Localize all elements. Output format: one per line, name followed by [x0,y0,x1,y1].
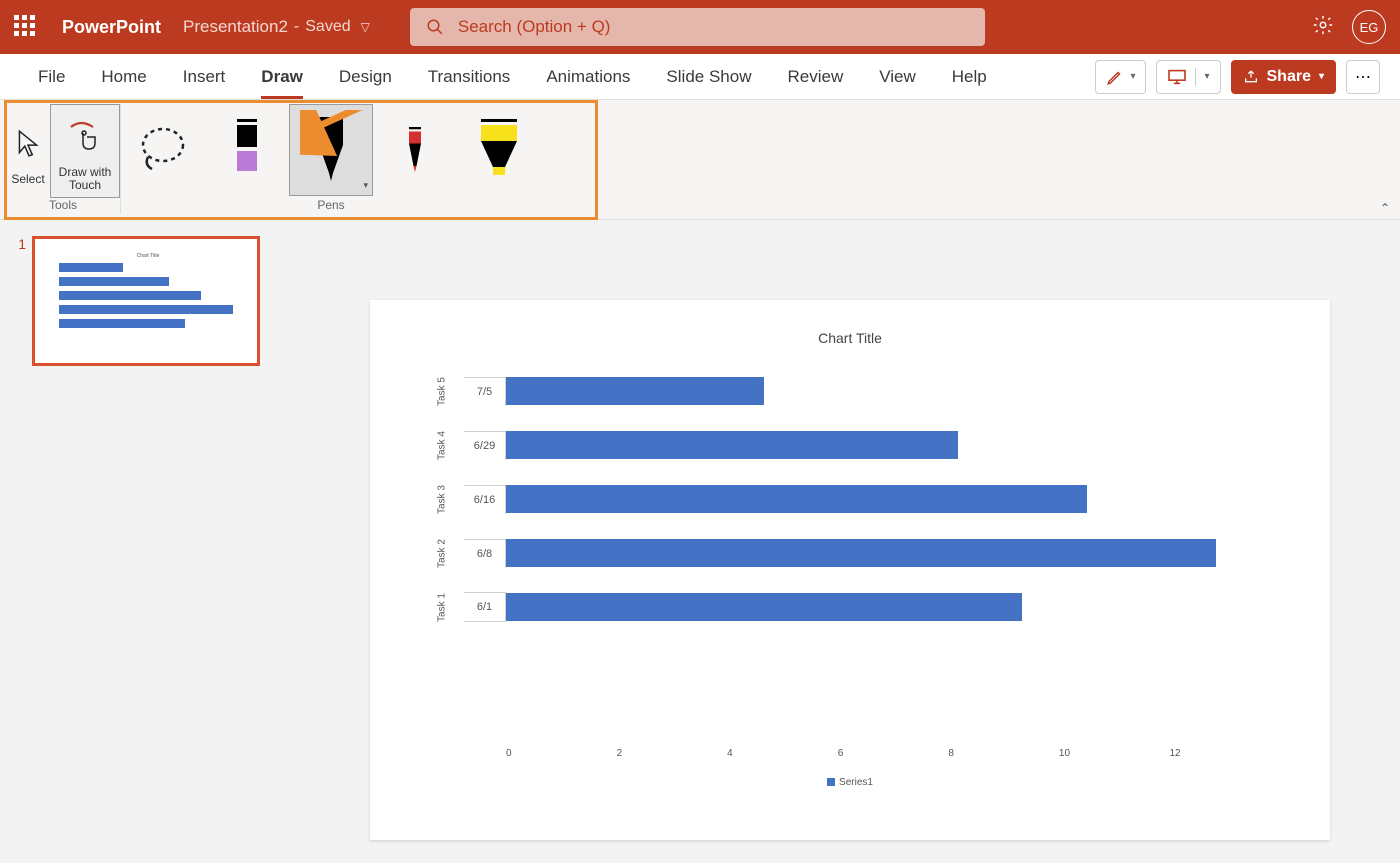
present-icon [1167,69,1187,85]
pencil-icon [1106,68,1124,86]
chevron-down-icon[interactable]: ▽ [361,20,370,34]
y-date-label: 6/29 [464,431,506,460]
bar-row: Task 3 6/16 [420,472,1280,526]
group-label-tools: Tools [49,198,77,214]
chevron-down-icon[interactable]: ▾ [363,180,368,191]
app-name: PowerPoint [62,17,161,38]
bar[interactable] [506,377,764,405]
bar[interactable] [506,593,1022,621]
slide-canvas[interactable]: Chart Title Task 5 7/5 Task 4 6/29 Task 3 6/1… [300,220,1400,863]
x-tick: 0 [506,748,617,759]
group-label-pens: Pens [317,198,344,214]
x-tick: 8 [948,748,1059,759]
bar[interactable] [506,485,1087,513]
chevron-down-icon: ▾ [1204,71,1209,82]
bar-row: Task 4 6/29 [420,418,1280,472]
share-icon [1243,69,1259,85]
editing-mode-button[interactable]: ▾ [1095,60,1146,94]
y-category-label: Task 1 [437,585,448,629]
more-button[interactable]: ⋯ [1346,60,1380,94]
tab-design[interactable]: Design [321,54,410,99]
workspace: 1 Chart Title Chart Title Task 57/5Task … [0,220,1400,863]
cursor-icon [15,129,41,159]
chart-legend: Series1 [420,777,1280,788]
y-category-label: Task 2 [437,531,448,575]
tab-file[interactable]: File [20,54,83,99]
y-date-label: 6/1 [464,592,506,622]
bar[interactable] [506,539,1216,567]
draw-with-touch-button[interactable]: Draw with Touch [50,104,120,198]
titlebar: PowerPoint Presentation2 - Saved ▽ Searc… [0,0,1400,54]
y-date-label: 7/5 [464,377,506,406]
select-tool-button[interactable]: Select [6,104,50,198]
tab-animations[interactable]: Animations [528,54,648,99]
present-button[interactable]: ▾ [1156,60,1220,94]
highlighter-button[interactable] [457,104,541,196]
touch-draw-icon [67,121,103,155]
eraser-icon [227,115,267,185]
tab-review[interactable]: Review [769,54,861,99]
document-name[interactable]: Presentation2 - Saved ▽ [183,17,370,37]
tab-slide-show[interactable]: Slide Show [648,54,769,99]
avatar[interactable]: EG [1352,10,1386,44]
y-date-label: 6/16 [464,485,506,514]
chart-title: Chart Title [420,330,1280,346]
tab-draw[interactable]: Draw [243,54,321,99]
x-tick: 10 [1059,748,1170,759]
y-category-label: Task 4 [437,423,448,467]
pen-icon [311,115,351,185]
collapse-ribbon-button[interactable]: ⌃ [1380,201,1390,215]
slide-number: 1 [12,236,26,366]
draw-ribbon: Select Draw with Touch Tools ▾ [0,100,1400,220]
x-tick: 12 [1169,748,1280,759]
search-input[interactable]: Search (Option + Q) [410,8,985,46]
tab-home[interactable]: Home [83,54,164,99]
x-tick: 4 [727,748,838,759]
eraser-tool-button[interactable] [205,104,289,196]
app-launcher-icon[interactable] [14,15,38,39]
y-category-label: Task 5 [437,369,448,413]
tab-transitions[interactable]: Transitions [410,54,529,99]
settings-icon[interactable] [1312,14,1334,41]
tab-view[interactable]: View [861,54,934,99]
pen-icon [400,124,430,177]
slide-thumbnail-panel: 1 Chart Title [0,220,300,863]
bar[interactable] [506,431,958,459]
y-date-label: 6/8 [464,539,506,568]
x-axis: 024681012 [506,748,1280,759]
bar-row: Task 1 6/1 [420,580,1280,634]
share-button[interactable]: Share ▾ [1231,60,1337,94]
chevron-down-icon: ▾ [1319,71,1324,82]
x-tick: 6 [838,748,949,759]
red-pen-button[interactable] [373,104,457,196]
highlighter-icon [475,115,523,185]
ribbon-tabs: FileHomeInsertDrawDesignTransitionsAnima… [0,54,1400,100]
lasso-tool-button[interactable] [121,104,205,196]
search-icon [426,18,444,36]
slide[interactable]: Chart Title Task 5 7/5 Task 4 6/29 Task 3 6/1… [370,300,1330,840]
bar-row: Task 2 6/8 [420,526,1280,580]
lasso-icon [136,123,190,177]
slide-thumbnail-1[interactable]: Chart Title [32,236,260,366]
bar-row: Task 5 7/5 [420,364,1280,418]
y-category-label: Task 3 [437,477,448,521]
chevron-down-icon: ▾ [1130,71,1135,82]
tab-help[interactable]: Help [934,54,1005,99]
black-pen-button[interactable]: ▾ [289,104,373,196]
chart[interactable]: Task 57/5Task 46/29Task 36/16Task 26/8Ta… [420,364,1280,744]
x-tick: 2 [617,748,728,759]
tab-insert[interactable]: Insert [165,54,244,99]
